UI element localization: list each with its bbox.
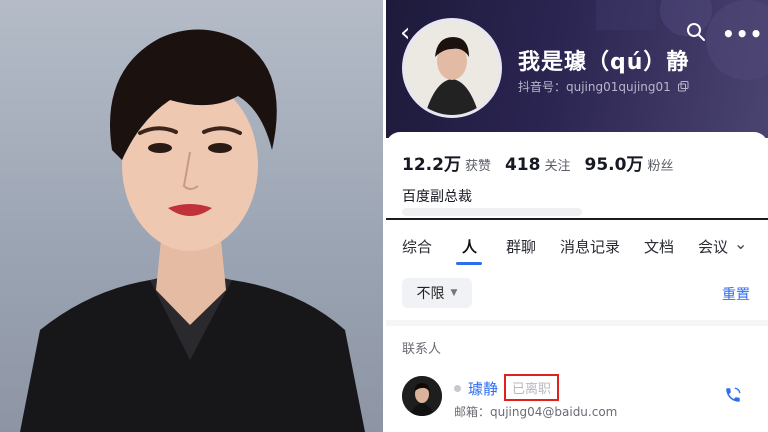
- contact-result-row[interactable]: 璩静 已离职 邮箱：qujing04@baidu.com: [386, 366, 768, 432]
- douyin-id-text: 抖音号：qujing01qujing01: [518, 80, 671, 94]
- stat-following[interactable]: 418 关注: [505, 155, 571, 175]
- profile-stats-card: 12.2万 获赞 418 关注 95.0万 粉丝 百度副总裁: [386, 132, 768, 218]
- contact-name[interactable]: 璩静: [468, 378, 498, 399]
- back-chevron-icon[interactable]: ‹: [400, 20, 418, 46]
- status-badge: 已离职: [504, 374, 560, 401]
- stat-value: 12.2万: [402, 155, 461, 175]
- stat-label: 关注: [544, 159, 571, 174]
- presence-dot: [454, 385, 461, 392]
- stat-likes[interactable]: 12.2万 获赞: [402, 150, 491, 175]
- stat-label: 粉丝: [647, 159, 674, 174]
- search-icon[interactable]: [686, 22, 706, 42]
- portrait-illustration: [20, 29, 365, 432]
- tab-groups[interactable]: 群聊: [506, 236, 536, 257]
- profile-header: ‹ 我是璩（qú）静 抖音号：qujing01qujing01 •••: [386, 0, 768, 138]
- stat-value: 418: [504, 155, 541, 175]
- tab-people[interactable]: 人: [462, 236, 477, 257]
- stats-row: 12.2万 获赞 418 关注 95.0万 粉丝: [402, 150, 673, 175]
- stat-followers[interactable]: 95.0万 粉丝: [584, 150, 673, 175]
- copy-icon[interactable]: [677, 81, 689, 92]
- filter-label: 不限: [416, 286, 445, 302]
- section-separator: [386, 320, 768, 326]
- cropped-text-line: [402, 208, 582, 216]
- reset-button[interactable]: 重置: [722, 284, 750, 304]
- tab-messages[interactable]: 消息记录: [560, 236, 620, 257]
- search-tabs: 综合 人 群聊 消息记录 文档 会议 ⌄: [386, 222, 768, 270]
- profile-name: 我是璩（qú）静: [518, 50, 690, 75]
- tab-meetings[interactable]: 会议: [698, 236, 728, 257]
- more-icon[interactable]: •••: [722, 22, 763, 46]
- chevron-down-icon[interactable]: ⌄: [734, 234, 747, 253]
- filter-dropdown[interactable]: 不限 ▼: [402, 278, 472, 308]
- image-divider: [386, 218, 768, 220]
- stat-label: 获赞: [464, 159, 491, 174]
- filter-row: 不限 ▼ 重置: [386, 274, 768, 314]
- portrait-photo: [0, 0, 383, 432]
- caret-down-icon: ▼: [450, 288, 458, 298]
- profile-bio: 百度副总裁: [402, 189, 472, 205]
- tab-docs[interactable]: 文档: [644, 236, 674, 257]
- contact-email: 邮箱：qujing04@baidu.com: [454, 405, 618, 419]
- contact-avatar[interactable]: [402, 376, 442, 416]
- active-tab-indicator: [456, 262, 482, 265]
- douyin-id: 抖音号：qujing01qujing01: [518, 78, 689, 95]
- phone-icon[interactable]: [724, 386, 742, 404]
- stat-value: 95.0万: [584, 155, 644, 175]
- tab-all[interactable]: 综合: [402, 236, 432, 257]
- contacts-section-label: 联系人: [402, 342, 442, 357]
